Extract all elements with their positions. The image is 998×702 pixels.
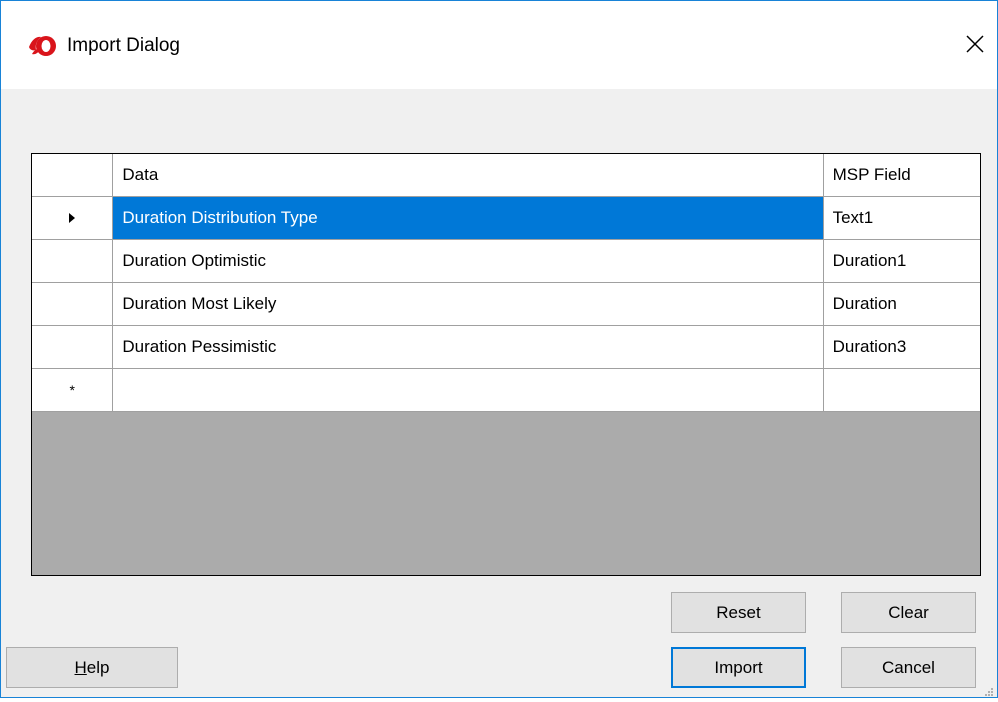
help-mnemonic: H: [74, 657, 87, 677]
cancel-button[interactable]: Cancel: [841, 647, 976, 688]
new-msp-field-cell[interactable]: [823, 368, 980, 412]
cancel-button-label: Cancel: [882, 657, 935, 677]
help-label-rest: elp: [86, 657, 110, 677]
reset-button-label: Reset: [716, 602, 761, 622]
table-row[interactable]: Duration Optimistic Duration1: [32, 239, 980, 283]
msp-field-cell[interactable]: Duration: [823, 282, 980, 326]
row-header-cell[interactable]: [32, 282, 114, 326]
app-logo-icon: [27, 34, 57, 58]
table-row[interactable]: Duration Pessimistic Duration3: [32, 325, 980, 369]
grid-header-row: Data MSP Field: [32, 154, 980, 197]
current-row-arrow-icon: [69, 212, 76, 223]
row-header-cell[interactable]: [32, 325, 114, 369]
msp-field-cell[interactable]: Duration1: [823, 239, 980, 283]
import-button-label: Import: [714, 657, 763, 677]
new-row-header-cell[interactable]: *: [32, 368, 114, 412]
corner-header-cell[interactable]: [32, 154, 114, 197]
help-button[interactable]: Help: [6, 647, 178, 688]
new-row[interactable]: *: [32, 368, 980, 412]
table-row[interactable]: Duration Most Likely Duration: [32, 282, 980, 326]
row-header-cell[interactable]: [32, 239, 114, 283]
clear-button[interactable]: Clear: [841, 592, 976, 633]
column-header-data[interactable]: Data: [112, 154, 824, 197]
import-dialog-window: Import Dialog Data MSP Field Duration Di…: [0, 0, 998, 698]
new-row-star-icon: *: [69, 381, 75, 398]
data-cell[interactable]: Duration Optimistic: [112, 239, 824, 283]
mapping-table: Data MSP Field Duration Distribution Typ…: [32, 154, 980, 412]
row-header-cell[interactable]: [32, 196, 114, 240]
column-header-msp-field[interactable]: MSP Field: [823, 154, 980, 197]
msp-field-cell[interactable]: Text1: [823, 196, 980, 240]
mapping-grid[interactable]: Data MSP Field Duration Distribution Typ…: [31, 153, 981, 576]
close-button[interactable]: [953, 27, 997, 65]
table-row[interactable]: Duration Distribution Type Text1: [32, 196, 980, 240]
title-bar: Import Dialog: [1, 1, 997, 89]
reset-button[interactable]: Reset: [671, 592, 806, 633]
msp-field-cell[interactable]: Duration3: [823, 325, 980, 369]
data-cell[interactable]: Duration Distribution Type: [112, 196, 824, 240]
help-button-label: Help: [75, 658, 110, 678]
close-icon: [965, 34, 985, 59]
dialog-title: Import Dialog: [67, 35, 180, 56]
clear-button-label: Clear: [888, 602, 929, 622]
new-data-cell[interactable]: [112, 368, 824, 412]
resize-grip-icon[interactable]: [984, 684, 994, 696]
data-cell[interactable]: Duration Pessimistic: [112, 325, 824, 369]
data-cell[interactable]: Duration Most Likely: [112, 282, 824, 326]
import-button[interactable]: Import: [671, 647, 806, 688]
